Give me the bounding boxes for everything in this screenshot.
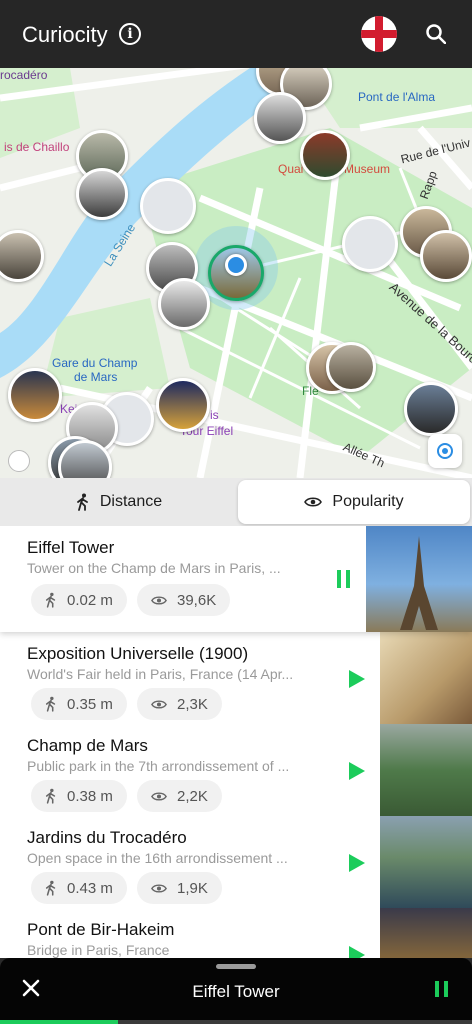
playback-progress[interactable] <box>0 1020 472 1024</box>
map-label: Quai <box>278 162 304 176</box>
views-value: 39,6K <box>177 591 217 609</box>
item-subtitle: Bridge in Paris, France <box>27 942 170 958</box>
sort-segmented-control: Distance Popularity <box>0 478 472 526</box>
map-label: Pont de l'Alma <box>358 90 435 104</box>
map-label: Gare du Champ <box>52 356 138 370</box>
poi-marker[interactable] <box>158 278 210 330</box>
app-header: Curiocity i <box>0 0 472 68</box>
play-button[interactable] <box>349 762 365 780</box>
locate-me-button[interactable] <box>428 434 462 468</box>
item-thumbnail <box>380 908 472 958</box>
list-item[interactable]: Champ de Mars Public park in the 7th arr… <box>0 724 472 816</box>
distance-pill: 0.35 m <box>31 688 127 720</box>
walking-icon <box>45 592 56 608</box>
map-label: de Mars <box>74 370 118 384</box>
poi-marker[interactable] <box>156 378 210 432</box>
map-label: Museum <box>344 162 391 176</box>
item-thumbnail <box>366 526 472 632</box>
item-title: Champ de Mars <box>27 736 148 755</box>
views-pill: 2,3K <box>137 688 222 720</box>
poi-marker[interactable] <box>140 178 196 234</box>
item-thumbnail <box>380 816 472 908</box>
views-value: 2,2K <box>177 787 208 805</box>
play-button[interactable] <box>349 946 365 958</box>
list-item[interactable]: Eiffel Tower Tower on the Champ de Mars … <box>0 526 472 632</box>
playback-progress-fill <box>0 1020 118 1024</box>
now-playing-bar[interactable]: Eiffel Tower <box>0 958 472 1024</box>
item-thumbnail <box>380 724 472 816</box>
views-value: 1,9K <box>177 879 208 897</box>
poi-marker[interactable] <box>420 230 472 282</box>
eye-icon <box>151 791 167 801</box>
item-title: Pont de Bir-Hakeim <box>27 920 175 939</box>
item-subtitle: World's Fair held in Paris, France (14 A… <box>27 666 294 682</box>
item-subtitle: Public park in the 7th arrondissement of… <box>27 758 290 774</box>
list-item[interactable]: Exposition Universelle (1900) World's Fa… <box>0 632 472 724</box>
views-value: 2,3K <box>177 695 208 713</box>
poi-marker[interactable] <box>300 130 350 180</box>
walking-icon <box>45 696 56 712</box>
attractions-list[interactable]: Eiffel Tower Tower on the Champ de Mars … <box>0 526 472 958</box>
distance-pill: 0.43 m <box>31 872 127 904</box>
distance-pill: 0.02 m <box>31 584 127 616</box>
player-pause-button[interactable] <box>435 981 449 997</box>
poi-marker[interactable] <box>342 216 398 272</box>
item-thumbnail <box>380 632 472 724</box>
eye-icon <box>151 699 167 709</box>
item-subtitle: Tower on the Champ de Mars in Paris, ... <box>27 560 281 576</box>
search-icon[interactable] <box>426 24 446 44</box>
views-pill: 1,9K <box>137 872 222 904</box>
list-item[interactable]: Jardins du Trocadéro Open space in the 1… <box>0 816 472 908</box>
item-title: Exposition Universelle (1900) <box>27 644 249 663</box>
distance-value: 0.02 m <box>67 591 113 609</box>
info-icon[interactable]: i <box>119 23 141 45</box>
poi-marker[interactable] <box>404 382 458 436</box>
poi-marker[interactable] <box>8 368 62 422</box>
distance-value: 0.38 m <box>67 787 113 805</box>
item-title: Eiffel Tower <box>27 538 115 557</box>
item-subtitle: Open space in the 16th arrondissement ..… <box>27 850 288 866</box>
list-item[interactable]: Pont de Bir-Hakeim Bridge in Paris, Fran… <box>0 908 472 958</box>
eye-icon <box>304 497 323 507</box>
now-playing-title: Eiffel Tower <box>192 982 280 1001</box>
map-view[interactable]: rocadéro is de Chaillo Pont de l'Alma Qu… <box>0 68 472 478</box>
map-label: rocadéro <box>0 68 48 82</box>
sort-distance-label: Distance <box>99 493 163 510</box>
drag-handle[interactable] <box>216 964 256 969</box>
walking-icon <box>45 880 56 896</box>
walking-icon <box>76 493 88 511</box>
user-location-dot <box>225 254 247 276</box>
poi-marker[interactable] <box>76 168 128 220</box>
walking-icon <box>45 788 56 804</box>
item-title: Jardins du Trocadéro <box>27 828 187 847</box>
poi-marker[interactable] <box>326 342 376 392</box>
eye-icon <box>151 883 167 893</box>
distance-pill: 0.38 m <box>31 780 127 812</box>
map-label: is de Chaillo <box>4 140 70 154</box>
distance-value: 0.35 m <box>67 695 113 713</box>
play-button[interactable] <box>349 854 365 872</box>
pause-button[interactable] <box>337 570 351 588</box>
sort-popularity-label: Popularity <box>332 493 404 510</box>
sort-popularity-tab[interactable]: Popularity <box>238 480 470 524</box>
sort-distance-tab[interactable]: Distance <box>2 480 236 524</box>
views-pill: 2,2K <box>137 780 222 812</box>
eye-icon <box>151 595 167 605</box>
poi-marker[interactable] <box>254 92 306 144</box>
views-pill: 39,6K <box>137 584 231 616</box>
distance-value: 0.43 m <box>67 879 113 897</box>
map-label: is <box>210 408 219 422</box>
app-title: Curiocity <box>22 22 108 47</box>
play-button[interactable] <box>349 670 365 688</box>
map-attribution-icon[interactable] <box>8 450 30 472</box>
language-flag-icon[interactable] <box>361 16 397 52</box>
